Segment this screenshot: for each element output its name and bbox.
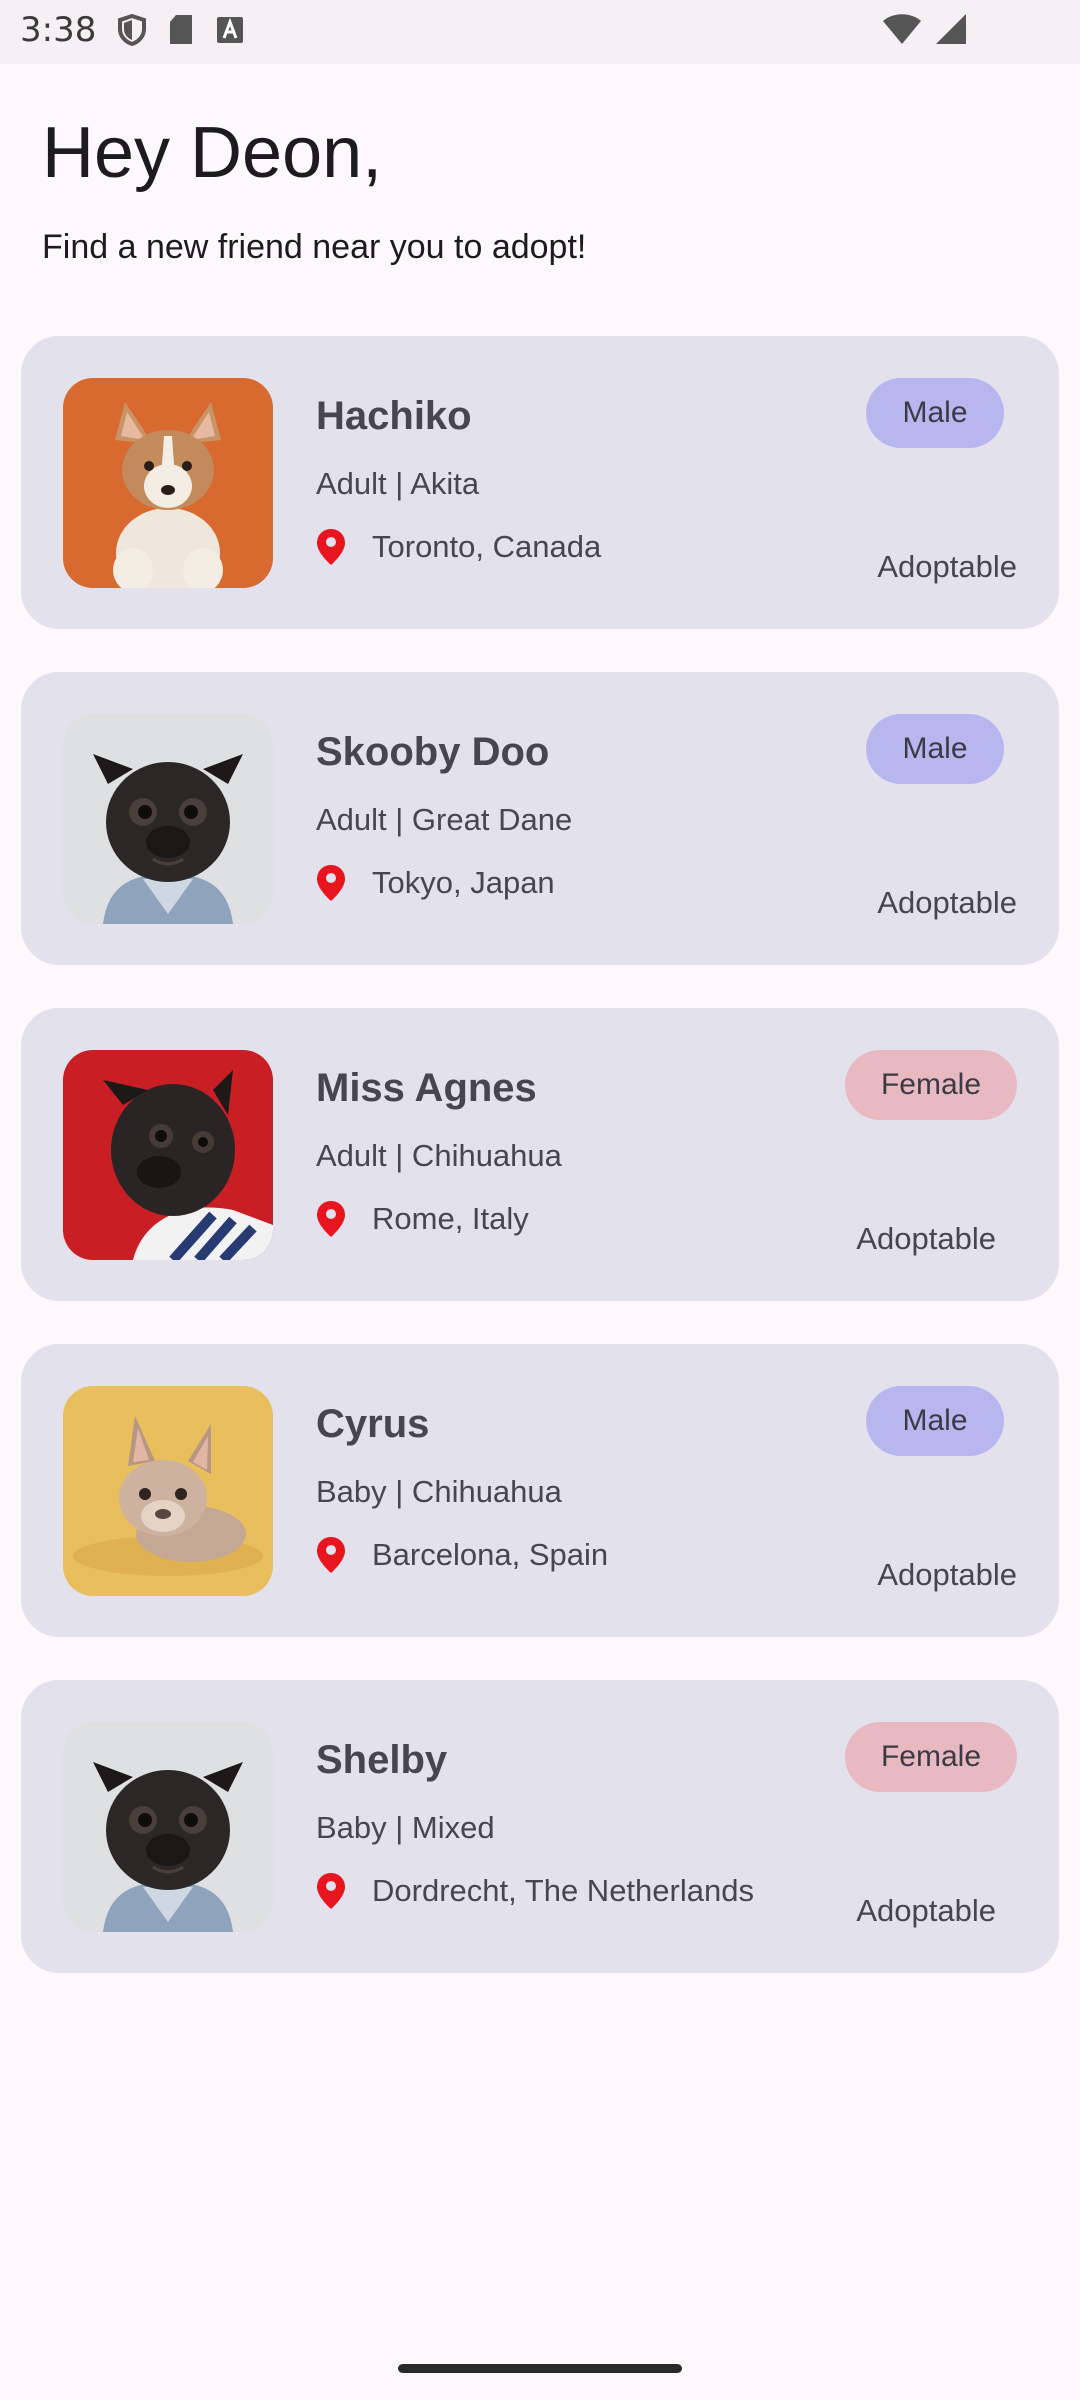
pet-card-cyrus[interactable]: Cyrus Baby | Chihuahua Barcelona, Spain … [21,1344,1059,1637]
location-pin-icon [317,1201,345,1237]
location-pin-icon [317,1873,345,1909]
pet-photo-pug-red [63,1050,273,1260]
greeting-heading: Hey Deon, [42,113,383,193]
pet-photo-pug [63,1722,273,1932]
pet-description: Adult | Chihuahua [316,1138,562,1173]
wifi-icon [883,14,921,44]
pet-card-miss-agnes[interactable]: Miss Agnes Adult | Chihuahua Rome, Italy… [21,1008,1059,1301]
pet-location: Toronto, Canada [316,528,601,566]
pet-photo-bulldog [63,1386,273,1596]
pet-card-skooby-doo[interactable]: Skooby Doo Adult | Great Dane Tokyo, Jap… [21,672,1059,965]
status-time: 3:38 [20,10,97,50]
status-icons-left [118,14,244,46]
pet-location: Tokyo, Japan [316,864,555,902]
gender-badge: Female [845,1050,1017,1120]
font-icon [217,17,243,43]
pet-description: Adult | Akita [316,466,480,501]
pet-name: Shelby [316,1738,448,1782]
pet-card-shelby[interactable]: Shelby Baby | Mixed Dordrecht, The Nethe… [21,1680,1059,1973]
gender-badge: Male [866,378,1004,448]
gesture-nav-handle[interactable] [398,2364,682,2373]
pet-name: Skooby Doo [316,730,550,774]
pet-card-hachiko[interactable]: Hachiko Adult | Akita Toronto, Canada Ma… [21,336,1059,629]
sd-card-icon [170,15,192,44]
pet-location: Dordrecht, The Netherlands [316,1872,754,1910]
subtitle: Find a new friend near you to adopt! [42,228,587,266]
adoption-status: Adoptable [856,1221,996,1256]
location-pin-icon [317,529,345,565]
shield-icon [118,14,146,46]
adoption-status: Adoptable [856,1893,996,1928]
pet-description: Baby | Chihuahua [316,1474,562,1509]
pet-location-label: Rome, Italy [372,1201,529,1236]
gender-badge: Female [845,1722,1017,1792]
pet-description: Adult | Great Dane [316,802,573,837]
pet-location-label: Dordrecht, The Netherlands [372,1873,754,1908]
status-icons-right [882,12,968,46]
adoption-status: Adoptable [877,549,1017,584]
pet-photo-corgi [63,378,273,588]
adoption-status: Adoptable [877,885,1017,920]
location-pin-icon [317,1537,345,1573]
adoption-status: Adoptable [877,1557,1017,1592]
pet-photo-pug [63,714,273,924]
pet-location-label: Tokyo, Japan [372,865,555,900]
cell-signal-icon [936,14,966,44]
pet-list: Hachiko Adult | Akita Toronto, Canada Ma… [21,336,1059,2016]
pet-name: Miss Agnes [316,1066,537,1110]
gender-badge: Male [866,714,1004,784]
location-pin-icon [317,865,345,901]
pet-description: Baby | Mixed [316,1810,495,1845]
pet-name: Hachiko [316,394,472,438]
pet-location: Barcelona, Spain [316,1536,608,1574]
pet-location-label: Barcelona, Spain [372,1537,609,1572]
pet-location: Rome, Italy [316,1200,529,1238]
pet-name: Cyrus [316,1402,430,1446]
status-bar: 3:38 [0,0,1080,64]
pet-location-label: Toronto, Canada [372,529,602,564]
gender-badge: Male [866,1386,1004,1456]
